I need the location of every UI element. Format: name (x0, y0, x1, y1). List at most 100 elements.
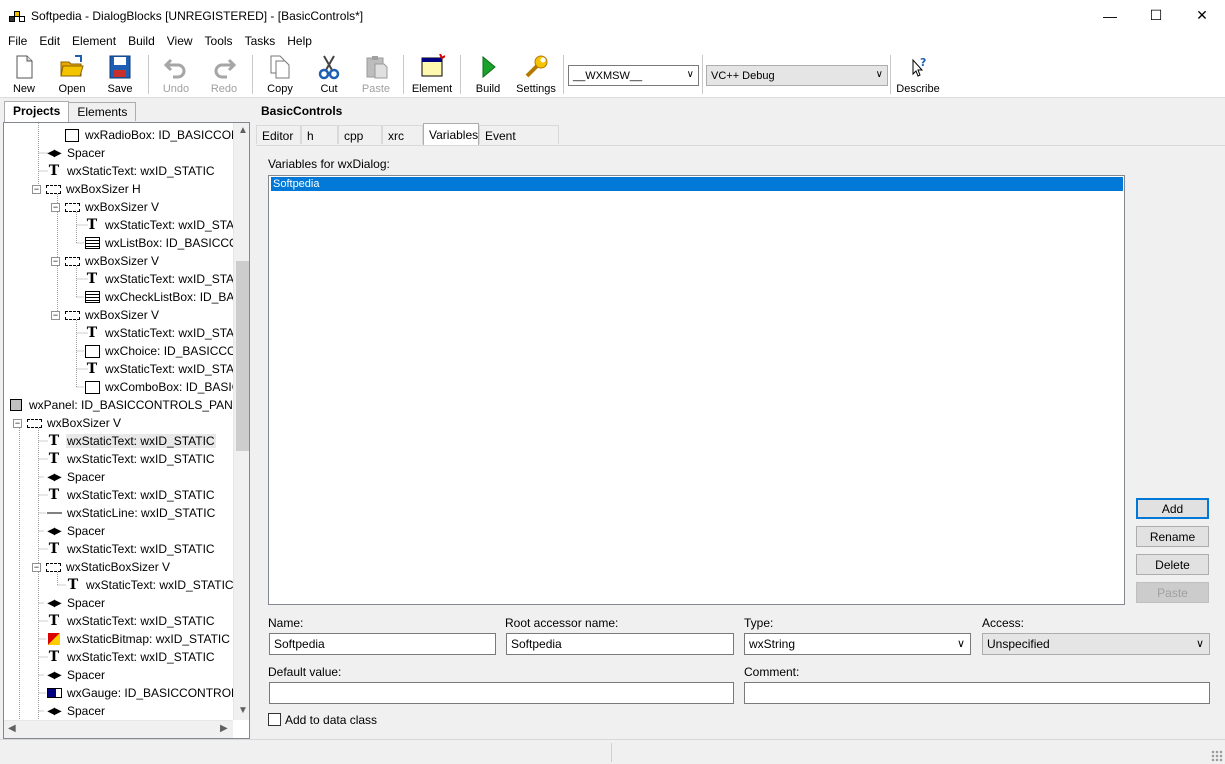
tab-variables[interactable]: Variables (423, 123, 479, 145)
redo-button[interactable]: Redo (209, 53, 239, 96)
element-button[interactable]: Element (411, 53, 453, 96)
tree-item[interactable]: TwxStaticText: wxID_STATIC (46, 612, 216, 630)
menu-edit[interactable]: Edit (33, 34, 66, 48)
name-field[interactable]: Softpedia (269, 633, 496, 655)
new-button[interactable]: New (10, 53, 38, 96)
tree-item[interactable]: wxStaticBitmap: wxID_STATIC (46, 630, 231, 648)
delete-button[interactable]: Delete (1136, 554, 1209, 575)
tree-item[interactable]: − wxBoxSizer V (13, 414, 122, 432)
menu-tools[interactable]: Tools (199, 34, 239, 48)
tab-xrc[interactable]: xrc (382, 125, 423, 144)
tree-item[interactable]: − wxStaticBoxSizer V (32, 558, 171, 576)
tree-item[interactable]: wxStaticLine: wxID_STATIC (46, 504, 216, 522)
tree-item[interactable]: wxCheckListBox: ID_BAS (84, 288, 233, 306)
settings-button[interactable]: Settings (514, 53, 558, 96)
scrollbar-thumb[interactable] (236, 261, 249, 451)
rename-button[interactable]: Rename (1136, 526, 1209, 547)
static-text-icon: T (86, 361, 98, 377)
play-build-icon (482, 55, 496, 79)
comment-field[interactable] (744, 682, 1210, 704)
tree-item[interactable]: TwxStaticText: wxID_STATIC (46, 648, 216, 666)
collapse-icon[interactable]: − (51, 202, 60, 212)
static-bitmap-icon (46, 632, 62, 646)
menu-file[interactable]: File (2, 34, 33, 48)
tree-item[interactable]: wxRadioBox: ID_BASICCONT (64, 126, 233, 144)
tree-horizontal-scrollbar[interactable]: ◀ ▶ (4, 720, 233, 738)
tab-cpp[interactable]: cpp (338, 125, 382, 144)
build-button[interactable]: Build (473, 53, 503, 96)
tree-item[interactable]: wxComboBox: ID_BASIC (84, 378, 233, 396)
menu-element[interactable]: Element (66, 34, 122, 48)
tree-item[interactable]: TwxStaticText: wxID_STAT (84, 324, 233, 342)
cut-button[interactable]: Cut (314, 53, 344, 96)
resize-grip-icon[interactable] (1211, 750, 1223, 762)
title-bar: Softpedia - DialogBlocks [UNREGISTERED] … (0, 0, 1225, 31)
undo-button[interactable]: Undo (161, 53, 191, 96)
toolbar-separator (890, 55, 891, 94)
copy-button[interactable]: Copy (265, 53, 295, 96)
tree-item[interactable]: ◀▶ Spacer (46, 468, 106, 486)
tab-editor[interactable]: Editor (256, 125, 301, 144)
menu-help[interactable]: Help (281, 34, 318, 48)
tab-elements[interactable]: Elements (68, 102, 137, 121)
tree-item[interactable]: TwxStaticText: wxID_STAT (84, 360, 233, 378)
tree-item[interactable]: ◀▶ Spacer (46, 522, 106, 540)
tree-item[interactable]: − wxBoxSizer V (51, 252, 160, 270)
close-button[interactable]: ✕ (1179, 0, 1225, 31)
tree-item[interactable]: ◀▶ Spacer (46, 702, 106, 720)
tree-item[interactable]: TwxStaticText: wxID_STAT (84, 270, 233, 288)
collapse-icon[interactable]: − (51, 310, 60, 320)
tree-item[interactable]: wxListBox: ID_BASICCON (84, 234, 233, 252)
tree-item[interactable]: TwxStaticText: wxID_STATIC (46, 450, 216, 468)
minimize-button[interactable]: — (1087, 0, 1133, 31)
new-file-icon (16, 55, 33, 79)
list-item[interactable]: Softpedia (271, 177, 1123, 191)
collapse-icon[interactable]: − (13, 418, 22, 428)
scroll-left-icon[interactable]: ◀ (8, 723, 16, 734)
tree-item[interactable]: wxChoice: ID_BASICCON (84, 342, 233, 360)
platform-combo[interactable]: __WXMSW__ ∨ (568, 65, 699, 86)
tree-item[interactable]: TwxStaticText: wxID_STATIC (46, 486, 216, 504)
tree-item[interactable]: wxGauge: ID_BASICCONTROLS_ (46, 684, 233, 702)
tree-item[interactable]: wxPanel: ID_BASICCONTROLS_PANEL1 (8, 396, 233, 414)
scroll-up-icon[interactable]: ▲ (238, 125, 248, 136)
collapse-icon[interactable]: − (32, 184, 41, 194)
scroll-down-icon[interactable]: ▼ (238, 705, 248, 716)
menu-view[interactable]: View (161, 34, 199, 48)
collapse-icon[interactable]: − (32, 562, 41, 572)
type-select[interactable]: wxString ∨ (744, 633, 971, 655)
tree-item[interactable]: − wxBoxSizer V (51, 306, 160, 324)
tree-item[interactable]: TwxStaticText: wxID_STATIC (46, 162, 216, 180)
describe-button[interactable]: ? Describe (895, 53, 941, 96)
tree-item[interactable]: − wxBoxSizer H (32, 180, 142, 198)
tree-item[interactable]: ◀▶ Spacer (46, 144, 106, 162)
default-value-field[interactable] (269, 682, 734, 704)
tab-event-handlers[interactable]: Event handlers (479, 125, 559, 157)
open-button[interactable]: Open (56, 53, 88, 96)
tree-item[interactable]: TwxStaticText: wxID_STATIC (46, 540, 216, 558)
scroll-right-icon[interactable]: ▶ (220, 723, 228, 734)
paste-button[interactable]: Paste (361, 53, 391, 96)
dialogblocks-app-icon[interactable] (9, 8, 25, 24)
collapse-icon[interactable]: − (51, 256, 60, 266)
paste-variable-button[interactable]: Paste (1136, 582, 1209, 603)
add-button[interactable]: Add (1136, 498, 1209, 519)
tree-vertical-scrollbar[interactable]: ▲ ▼ (233, 123, 249, 720)
menu-tasks[interactable]: Tasks (239, 34, 282, 48)
add-to-data-class-checkbox[interactable] (268, 713, 281, 726)
variables-listbox[interactable]: Softpedia (268, 175, 1125, 605)
tree-item[interactable]: ◀▶ Spacer (46, 666, 106, 684)
tree-item[interactable]: TwxStaticText: wxID_STAT (84, 216, 233, 234)
tab-h[interactable]: h (301, 125, 338, 144)
access-select[interactable]: Unspecified ∨ (982, 633, 1210, 655)
configuration-combo[interactable]: VC++ Debug ∨ (706, 65, 888, 86)
menu-build[interactable]: Build (122, 34, 161, 48)
tree-item[interactable]: TwxStaticText: wxID_STATIC (65, 576, 233, 594)
tree-item[interactable]: − wxBoxSizer V (51, 198, 160, 216)
tab-projects[interactable]: Projects (4, 101, 70, 122)
maximize-button[interactable]: ☐ (1133, 0, 1179, 31)
tree-item[interactable]: ◀▶ Spacer (46, 594, 106, 612)
save-button[interactable]: Save (105, 53, 135, 96)
root-accessor-field[interactable]: Softpedia (506, 633, 734, 655)
tree-item[interactable]: TwxStaticText: wxID_STATIC (46, 432, 216, 450)
